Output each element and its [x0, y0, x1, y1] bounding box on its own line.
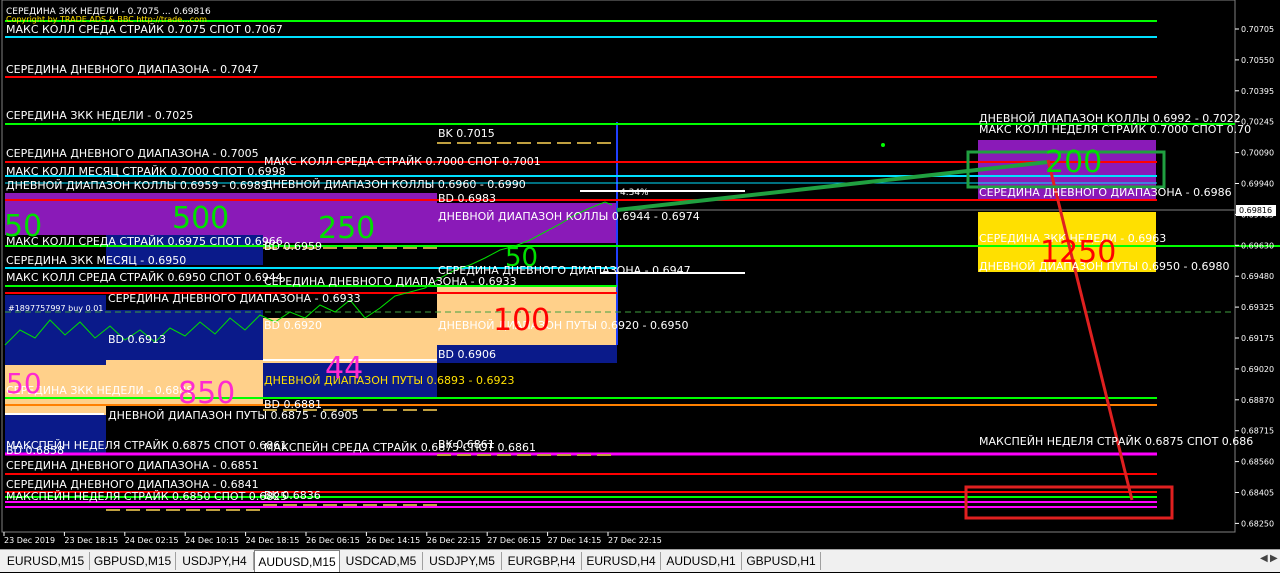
mid-label: BD 0.6906	[438, 348, 496, 361]
price-tick-label: 0.69630	[1241, 241, 1274, 250]
time-tick-label: 23 Dec 2019	[4, 536, 55, 545]
current-price-label: 0.69816	[1239, 206, 1272, 215]
chart-tab[interactable]: AUDUSD,H1	[661, 552, 742, 570]
price-tick-label: 0.68250	[1241, 519, 1274, 528]
chart-tab[interactable]: EURUSD,M15	[2, 552, 90, 570]
zone-purple-4	[437, 203, 617, 243]
time-tick-label: 27 Dec 22:15	[608, 536, 662, 545]
price-tick-label: 0.68715	[1241, 427, 1274, 436]
volume-number: 1250	[1040, 235, 1116, 270]
mid-label: BD 0.6881	[264, 398, 322, 411]
price-tick-label: 0.70550	[1241, 56, 1274, 65]
mid-label: BD 0.6959	[264, 240, 322, 253]
right-label: СЕРЕДИНА ДНЕВНОГО ДИАПАЗОНА - 0.6986	[979, 186, 1232, 199]
time-tick-label: 27 Dec 06:15	[487, 536, 541, 545]
mid-label: МАКС КОЛЛ СРЕДА СТРАЙК 0.7000 СПОТ 0.700…	[264, 155, 541, 168]
mid-label: BK 0.6861	[438, 438, 495, 451]
mid-label: ДНЕВНОЙ ДИАПАЗОН ПУТЫ 0.6893 - 0.6923	[264, 374, 514, 387]
price-tick-label: 0.70705	[1241, 25, 1274, 34]
mid-label: BD 0.6983	[438, 192, 496, 205]
mid-label: BD 0.6913	[108, 333, 166, 346]
level-label: МАКСПЕЙН НЕДЕЛЯ СТРАЙК 0.6850 СПОТ 0.682…	[6, 490, 287, 503]
level-label: МАКС КОЛЛ СРЕДА СТРАЙК 0.7075 СПОТ 0.706…	[6, 23, 283, 36]
volume-number: 850	[178, 376, 235, 411]
right-label: МАКС КОЛЛ НЕДЕЛЯ СТРАЙК 0.7000 СПОТ 0.70	[979, 123, 1251, 136]
time-tick-label: 24 Dec 18:15	[246, 536, 300, 545]
level-label: СЕРЕДИНА ДНЕВНОГО ДИАПАЗОНА - 0.7047	[6, 63, 259, 76]
forecast-line-down	[1046, 159, 1134, 501]
price-tick-label: 0.70245	[1241, 118, 1274, 127]
chart-tab[interactable]: EURGBP,H4	[502, 552, 582, 570]
price-axis[interactable]: 0.70705 0.70550 0.70395 0.70245 0.70090 0.699…	[1235, 25, 1274, 528]
dot-marker	[881, 143, 885, 147]
price-tick-label: 0.70395	[1241, 87, 1274, 96]
mid-label: BD 0.6920	[264, 319, 322, 332]
right-label: МАКСПЕЙН НЕДЕЛЯ СТРАЙК 0.6875 СПОТ 0.686	[979, 435, 1253, 448]
price-tick-label: 0.69020	[1241, 365, 1274, 374]
volume-number: 250	[318, 211, 375, 246]
level-label: МАКС КОЛЛ МЕСЯЦ СТРАЙК 0.7000 СПОТ 0.699…	[6, 165, 286, 178]
time-axis[interactable]: 23 Dec 2019 23 Dec 18:15 24 Dec 02:15 24 De…	[3, 532, 662, 545]
chart-tab[interactable]: GBPUSD,M15	[90, 552, 176, 570]
order-label: #1897757997 buy 0.01	[8, 304, 103, 313]
volume-number: 200	[1045, 145, 1102, 180]
volume-number: 50	[505, 243, 538, 273]
price-tick-label: 0.69940	[1241, 180, 1274, 189]
price-tick-label: 0.68405	[1241, 489, 1274, 498]
mid-label: ДНЕВНОЙ ДИАПАЗОН КОЛЛЫ 0.6960 - 0.6990	[264, 178, 526, 191]
volume-number: 50	[4, 209, 42, 244]
volume-number: 100	[493, 303, 550, 338]
level-label: МАКС КОЛЛ СРЕДА СТРАЙК 0.6950 СПОТ 0.694…	[6, 271, 283, 284]
price-tick-label: 0.68560	[1241, 458, 1274, 467]
level-label: СЕРЕДИНА ЗКК МЕСЯЦ - 0.6950	[6, 254, 186, 267]
price-tick-label: 0.68870	[1241, 396, 1274, 405]
level-label: СЕРЕДИНА ДНЕВНОГО ДИАПАЗОНА - 0.6933	[108, 292, 361, 305]
price-tick-label: 0.69480	[1241, 272, 1274, 281]
time-tick-label: 24 Dec 02:15	[125, 536, 179, 545]
price-tick-label: 0.69175	[1241, 334, 1274, 343]
volume-number: 500	[172, 201, 229, 236]
price-tick-label: 0.70090	[1241, 149, 1274, 158]
chart-tab[interactable]: GBPUSD,H1	[742, 552, 821, 570]
tabs-scroll-right-icon[interactable]: ▶	[1270, 553, 1278, 564]
chart-window[interactable]: СЕРЕДИНА ЗКК НЕДЕЛИ - 0.7075 ... 0.69816…	[0, 0, 1280, 549]
pct-label: 4.34%	[620, 188, 649, 198]
mid-label: BK 0.7015	[438, 127, 495, 140]
mid-label: ДНЕВНОЙ ДИАПАЗОН ПУТЫ 0.6920 - 0.6950	[438, 319, 688, 332]
mid-label: BD 0.6858	[6, 444, 64, 457]
volume-number: 50	[6, 367, 42, 400]
level-label: СЕРЕДИНА ДНЕВНОГО ДИАПАЗОНА - 0.7005	[6, 147, 259, 160]
mid-label: СЕРЕДИНА ДНЕВНОГО ДИАПАЗОНА - 0.6947	[438, 264, 691, 277]
tabs-scroll-left-icon[interactable]: ◀	[1260, 553, 1268, 564]
chart-tab[interactable]: EURUSD,H4	[582, 552, 661, 570]
mid-label: МАКСПЕЙН СРЕДА СТРАЙК 0.6875 СПОТ 0.6861	[264, 441, 536, 454]
time-tick-label: 26 Dec 22:15	[427, 536, 481, 545]
price-tick-label: 0.69325	[1241, 303, 1274, 312]
time-tick-label: 26 Dec 06:15	[306, 536, 360, 545]
level-label: СЕРЕДИНА ЗКК НЕДЕЛИ - 0.7025	[6, 109, 193, 122]
chart-tab[interactable]: USDJPY,H4	[176, 552, 254, 570]
time-tick-label: 26 Dec 14:15	[366, 536, 420, 545]
mid-label: BK 0.6836	[264, 489, 321, 502]
mid-label: ДНЕВНОЙ ДИАПАЗОН КОЛЛЫ 0.6944 - 0.6974	[438, 210, 700, 223]
volume-number: 44	[325, 351, 363, 386]
chart-canvas[interactable]: СЕРЕДИНА ЗКК НЕДЕЛИ - 0.7075 ... 0.69816…	[0, 0, 1280, 549]
chart-tab[interactable]: USDCAD,M5	[340, 552, 423, 570]
time-tick-label: 24 Dec 10:15	[185, 536, 239, 545]
time-tick-label: 23 Dec 18:15	[64, 536, 118, 545]
chart-tab[interactable]: AUDUSD,M15	[254, 550, 340, 572]
level-label: МАКС КОЛЛ СРЕДА СТРАЙК 0.6975 СПОТ 0.696…	[6, 235, 283, 248]
level-label: СЕРЕДИНА ДНЕВНОГО ДИАПАЗОНА - 0.6851	[6, 459, 259, 472]
chart-tab[interactable]: USDJPY,M5	[423, 552, 502, 570]
time-tick-label: 27 Dec 14:15	[548, 536, 602, 545]
level-label: ДНЕВНОЙ ДИАПАЗОН КОЛЛЫ 0.6959 - 0.6989	[6, 179, 268, 192]
chart-tabs-bar: EURUSD,M15 GBPUSD,M15 USDJPY,H4 AUDUSD,M15 U…	[0, 549, 1280, 572]
